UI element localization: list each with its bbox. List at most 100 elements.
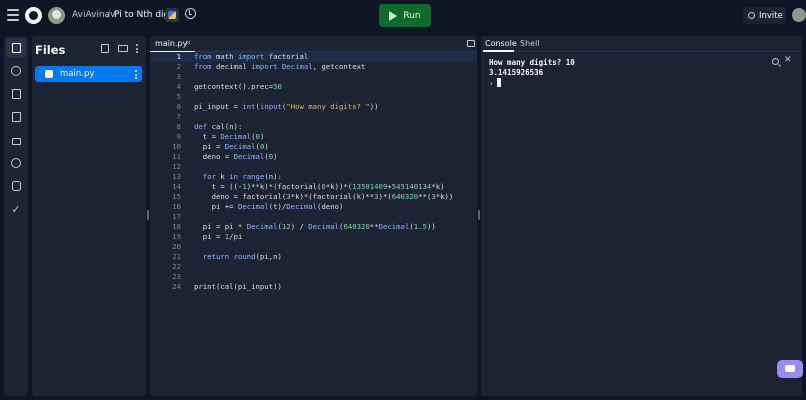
code-text: getcontext().prec=50 — [194, 82, 282, 91]
code-text: def cal(n): — [194, 122, 243, 131]
tab-console[interactable]: Console — [485, 39, 517, 48]
code-line[interactable]: 7 — [150, 112, 477, 122]
rail-git[interactable] — [6, 61, 26, 81]
chat-icon[interactable] — [777, 360, 803, 378]
rail-secrets[interactable] — [6, 130, 26, 150]
code-line[interactable]: 5 — [150, 92, 477, 102]
tab-main-py[interactable]: main.py × — [150, 36, 195, 52]
search-icon[interactable] — [772, 58, 779, 65]
check-icon: ✓ — [11, 202, 21, 216]
resize-handle-right[interactable] — [478, 210, 480, 220]
code-text: print(cal(pi_input)) — [194, 282, 282, 291]
code-text: t = Decimal(0) — [194, 132, 265, 141]
code-line[interactable]: 19 pi = 1/pi — [150, 232, 477, 242]
line-number: 15 — [172, 192, 181, 201]
code-line[interactable]: 22 — [150, 262, 477, 272]
invite-label: Invite — [759, 10, 783, 21]
code-text: t = ((-1)**k)*(factorial(6*k))*(13591409… — [194, 182, 445, 191]
code-line[interactable]: 15 deno = factorial(3*k)*(factorial(k)**… — [150, 192, 477, 202]
code-line[interactable]: 9 t = Decimal(0) — [150, 132, 477, 142]
code-line[interactable]: 10 pi = Decimal(0) — [150, 142, 477, 152]
code-line[interactable]: 3 — [150, 72, 477, 82]
line-number: 22 — [172, 262, 181, 271]
code-line[interactable]: 14 t = ((-1)**k)*(factorial(6*k))*(13591… — [150, 182, 477, 192]
code-line[interactable]: 12 — [150, 162, 477, 172]
history-icon[interactable] — [185, 8, 196, 19]
code-text: pi_input = int(input("How many digits? "… — [194, 102, 379, 111]
line-number: 21 — [172, 252, 181, 261]
file-item-main-py[interactable]: main.py — [35, 66, 142, 82]
resize-handle-left[interactable] — [147, 210, 149, 220]
console-tabs: Console Shell — [481, 36, 802, 52]
tool-rail: ✓ ? — [4, 36, 28, 396]
code-text: deno = factorial(3*k)*(factorial(k)**3)*… — [194, 192, 454, 201]
rail-files[interactable] — [6, 38, 26, 58]
replit-logo-icon[interactable] — [25, 7, 42, 24]
tab-shell[interactable]: Shell — [520, 39, 540, 48]
new-file-icon[interactable] — [101, 44, 109, 53]
active-tab-indicator — [483, 50, 514, 52]
code-line[interactable]: 16 pi += Decimal(t)/Decimal(deno) — [150, 202, 477, 212]
console-cursor[interactable] — [497, 78, 501, 87]
code-line[interactable]: 4 getcontext().prec=50 — [150, 82, 477, 92]
code-line[interactable]: 20 — [150, 242, 477, 252]
line-number: 18 — [172, 222, 181, 231]
secrets-icon — [11, 138, 21, 145]
line-number: 19 — [172, 232, 181, 241]
rail-packages[interactable] — [6, 107, 26, 127]
owner-avatar[interactable] — [48, 7, 65, 24]
code-line[interactable]: 24 print(cal(pi_input)) — [150, 282, 477, 292]
line-number: 10 — [172, 142, 181, 151]
rail-debugger[interactable] — [6, 84, 26, 104]
code-line[interactable]: 11 deno = Decimal(0) — [150, 152, 477, 162]
code-editor: main.py × 1 from math import factorial 2 fr… — [150, 36, 477, 396]
console-output-line: How many digits? 10 — [489, 58, 575, 67]
console-prompt: › — [489, 79, 494, 88]
tab-label: main.py — [155, 39, 188, 48]
python-icon[interactable] — [165, 8, 179, 22]
settings-icon — [11, 158, 21, 168]
code-line[interactable]: 13 for k in range(n): — [150, 172, 477, 182]
line-number: 7 — [176, 112, 181, 121]
run-label: Run — [403, 10, 421, 21]
line-number: 2 — [176, 62, 181, 71]
person-add-icon — [748, 12, 755, 19]
code-text: from decimal import Decimal, getcontext — [194, 62, 366, 71]
code-line[interactable]: 6 pi_input = int(input("How many digits? … — [150, 102, 477, 112]
rail-database[interactable] — [6, 176, 26, 196]
new-folder-icon[interactable] — [118, 45, 128, 52]
close-icon[interactable]: ✕ — [784, 55, 792, 65]
invite-button[interactable]: Invite — [743, 7, 786, 24]
line-number: 17 — [172, 212, 181, 221]
file-menu-icon[interactable] — [135, 70, 138, 81]
code-text: for k in range(n): — [202, 172, 282, 181]
close-tab-icon[interactable]: × — [185, 38, 192, 47]
rail-settings[interactable] — [6, 153, 26, 173]
code-line[interactable]: 2 from decimal import Decimal, getcontext — [150, 62, 477, 72]
code-line[interactable]: 21 return round(pi,n) — [150, 252, 477, 262]
line-number: 5 — [176, 92, 181, 101]
files-menu-icon[interactable] — [136, 44, 139, 55]
code-line[interactable]: 8 def cal(n): — [150, 122, 477, 132]
code-line[interactable]: 1 from math import factorial — [150, 52, 477, 62]
rail-checks[interactable]: ✓ — [6, 199, 26, 219]
line-number: 11 — [172, 152, 181, 161]
play-icon — [389, 10, 398, 21]
run-button[interactable]: Run — [379, 4, 431, 27]
line-number: 24 — [172, 282, 181, 291]
code-area[interactable]: 1 from math import factorial 2 from decimal… — [150, 52, 477, 292]
code-line[interactable]: 17 — [150, 212, 477, 222]
packages-icon — [11, 112, 21, 122]
console-panel: Console Shell ✕ How many digits? 10 3.14… — [481, 36, 802, 396]
layout-icon[interactable] — [467, 40, 475, 47]
code-line[interactable]: 23 — [150, 272, 477, 282]
code-text: pi = pi * Decimal(12) / Decimal(640320**… — [194, 222, 436, 231]
user-avatar[interactable] — [792, 8, 806, 22]
files-title: Files — [35, 43, 66, 57]
code-text: pi = 1/pi — [194, 232, 243, 241]
top-bar: AviAvinav / Pi to Nth digit Run Invite — [0, 0, 806, 32]
menu-icon[interactable] — [7, 9, 19, 21]
breadcrumb-separator: / — [107, 10, 111, 20]
code-line[interactable]: 18 pi = pi * Decimal(12) / Decimal(64032… — [150, 222, 477, 232]
files-icon — [11, 43, 21, 53]
